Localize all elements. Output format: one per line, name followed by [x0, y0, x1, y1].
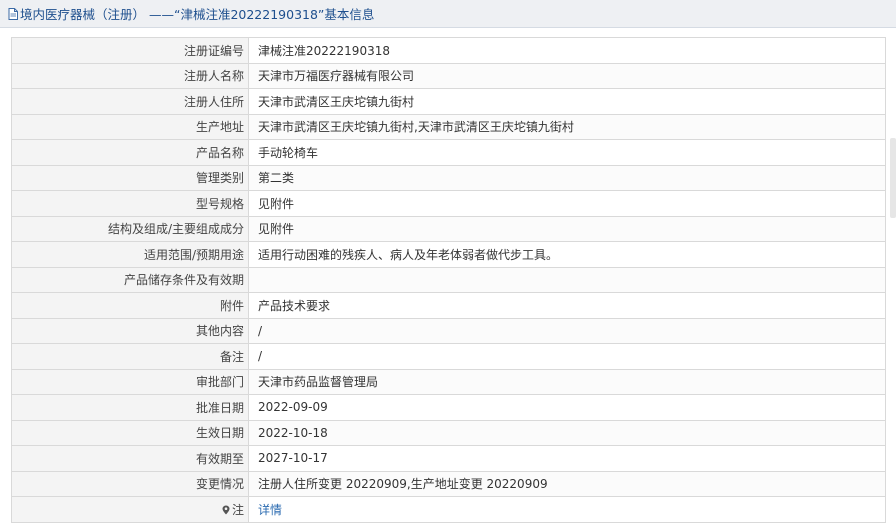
table-row: 有效期至 2027-10-17	[11, 445, 886, 472]
field-value: 天津市武清区王庆坨镇九街村	[248, 88, 886, 115]
field-value: 适用行动困难的残疾人、病人及年老体弱者做代步工具。	[248, 241, 886, 268]
field-label: 有效期至	[11, 445, 249, 472]
table-row: 附件 产品技术要求	[11, 292, 886, 319]
note-value-cell: 详情	[248, 496, 886, 523]
field-label: 适用范围/预期用途	[11, 241, 249, 268]
table-row: 注册证编号 津械注准20222190318	[11, 37, 886, 64]
field-value	[248, 266, 886, 293]
field-label: 注册证编号	[11, 37, 249, 64]
table-row: 注册人住所 天津市武清区王庆坨镇九街村	[11, 88, 886, 115]
field-value: 2022-10-18	[248, 419, 886, 446]
page-header: 境内医疗器械（注册） ——“津械注准20222190318”基本信息	[0, 0, 896, 28]
field-label: 生效日期	[11, 419, 249, 446]
field-value: 见附件	[248, 190, 886, 217]
field-label: 注册人住所	[11, 88, 249, 115]
field-label: 管理类别	[11, 164, 249, 191]
field-label: 备注	[11, 343, 249, 370]
field-value: 手动轮椅车	[248, 139, 886, 166]
table-row: 产品储存条件及有效期	[11, 266, 886, 293]
field-label: 批准日期	[11, 394, 249, 421]
field-label: 其他内容	[11, 317, 249, 344]
field-label: 结构及组成/主要组成成分	[11, 215, 249, 242]
field-value: 第二类	[248, 164, 886, 191]
field-value: 天津市药品监督管理局	[248, 368, 886, 395]
field-value: /	[248, 317, 886, 344]
table-row: 注册人名称 天津市万福医疗器械有限公司	[11, 62, 886, 89]
table-row: 型号规格 见附件	[11, 190, 886, 217]
map-pin-icon	[222, 504, 230, 515]
field-value: 见附件	[248, 215, 886, 242]
table-row: 备注 /	[11, 343, 886, 370]
table-row: 适用范围/预期用途 适用行动困难的残疾人、病人及年老体弱者做代步工具。	[11, 241, 886, 268]
field-label: 变更情况	[11, 470, 249, 497]
field-value: 天津市万福医疗器械有限公司	[248, 62, 886, 89]
table-row: 结构及组成/主要组成成分 见附件	[11, 215, 886, 242]
field-value: 津械注准20222190318	[248, 37, 886, 64]
field-value: /	[248, 343, 886, 370]
table-row: 生产地址 天津市武清区王庆坨镇九街村,天津市武清区王庆坨镇九街村	[11, 113, 886, 140]
note-label: 注	[231, 502, 244, 517]
field-value: 2022-09-09	[248, 394, 886, 421]
scrollbar-thumb[interactable]	[890, 138, 896, 218]
page-title: 境内医疗器械（注册） ——“津械注准20222190318”基本信息	[20, 7, 375, 22]
field-label: 产品名称	[11, 139, 249, 166]
field-value: 注册人住所变更 20220909,生产地址变更 20220909	[248, 470, 886, 497]
field-label: 审批部门	[11, 368, 249, 395]
table-row: 批准日期 2022-09-09	[11, 394, 886, 421]
field-label: 产品储存条件及有效期	[11, 266, 249, 293]
field-label: 注册人名称	[11, 62, 249, 89]
table-row: 产品名称 手动轮椅车	[11, 139, 886, 166]
field-label: 生产地址	[11, 113, 249, 140]
table-row: 变更情况 注册人住所变更 20220909,生产地址变更 20220909	[11, 470, 886, 497]
field-value: 产品技术要求	[248, 292, 886, 319]
field-label: 附件	[11, 292, 249, 319]
table-row: 审批部门 天津市药品监督管理局	[11, 368, 886, 395]
registration-detail-table: 注册证编号 津械注准20222190318 注册人名称 天津市万福医疗器械有限公司 注册…	[11, 37, 886, 523]
table-row: 注详情	[11, 496, 886, 523]
table-row: 管理类别 第二类	[11, 164, 886, 191]
table-row: 其他内容 /	[11, 317, 886, 344]
details-link[interactable]: 详情	[258, 503, 282, 517]
field-label: 型号规格	[11, 190, 249, 217]
field-value: 2027-10-17	[248, 445, 886, 472]
note-label-cell: 注	[11, 496, 249, 523]
field-value: 天津市武清区王庆坨镇九街村,天津市武清区王庆坨镇九街村	[248, 113, 886, 140]
document-icon	[8, 7, 18, 20]
table-row: 生效日期 2022-10-18	[11, 419, 886, 446]
